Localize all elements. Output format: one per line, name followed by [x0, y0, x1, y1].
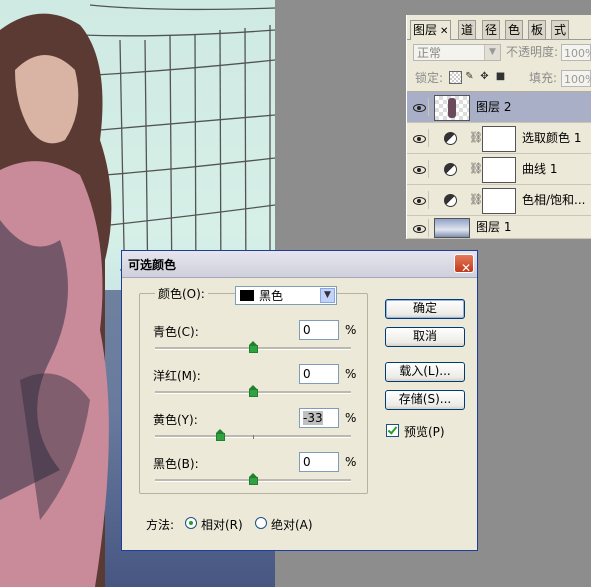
colors-select-value: 黑色	[259, 289, 284, 303]
color-adjust-group: 颜色(O): 黑色 ▼ 青色(C): 0 % 洋红(M): 0 % 黄色(Y):…	[139, 285, 368, 494]
load-button[interactable]: 载入(L)...	[385, 362, 465, 382]
chevron-down-icon: ▼	[484, 45, 500, 60]
tab-paths-label: 径	[485, 23, 498, 37]
cyan-input[interactable]: 0	[299, 320, 339, 340]
opacity-field[interactable]: 100%	[561, 44, 591, 61]
tab-history-label: 色	[508, 23, 521, 37]
tab-styles-label: 式	[554, 23, 567, 37]
close-tab-icon[interactable]: ✕	[440, 26, 448, 37]
blend-opacity-row: 正常 ▼ 不透明度: 100%	[407, 41, 591, 65]
selective-color-dialog: 可选颜色 ✕ 颜色(O): 黑色 ▼ 青色(C): 0 % 洋红(M): 0 %…	[121, 250, 478, 551]
yellow-input-value: -33	[303, 411, 323, 425]
close-icon: ✕	[461, 261, 472, 275]
percent-sign: %	[345, 323, 357, 337]
magenta-label: 洋红(M):	[153, 369, 201, 383]
fill-field[interactable]: 100%	[561, 70, 591, 87]
percent-sign: %	[345, 367, 357, 381]
yellow-slider-track[interactable]	[155, 429, 351, 441]
fill-label: 填充:	[529, 71, 558, 85]
visibility-eye-icon[interactable]	[410, 98, 429, 116]
lock-label: 锁定:	[415, 71, 444, 85]
link-chain-icon: ⛓	[469, 162, 483, 175]
lock-all-icon[interactable]: ■	[495, 71, 506, 82]
visibility-eye-icon[interactable]	[410, 191, 429, 209]
tab-swatches[interactable]: 板	[528, 20, 547, 39]
layer-row-layer-1[interactable]: 图层 1	[407, 216, 591, 239]
colors-label: 颜色(O):	[155, 285, 208, 302]
yellow-input[interactable]: -33	[299, 408, 339, 428]
blend-mode-value: 正常	[417, 46, 442, 60]
method-absolute-label[interactable]: 绝对(A)	[271, 516, 313, 533]
tab-history[interactable]: 色	[505, 20, 524, 39]
ok-button[interactable]: 确定	[385, 299, 465, 319]
black-slider-thumb[interactable]	[248, 473, 258, 485]
layer-mask-thumbnail	[482, 188, 516, 214]
method-relative-label[interactable]: 相对(R)	[201, 516, 243, 533]
colors-select[interactable]: 黑色 ▼	[235, 286, 337, 305]
layers-panel: 图层✕ 道 径 色 板 式 正常 ▼ 不透明度: 100% 锁定: ✎ ✥ ■ 填…	[406, 15, 591, 239]
slider-center-tick	[253, 435, 254, 439]
chevron-down-icon: ▼	[320, 288, 335, 303]
magenta-slider-thumb[interactable]	[248, 385, 258, 397]
method-absolute-radio[interactable]	[255, 517, 267, 529]
adjustment-layer-icon	[444, 163, 457, 176]
tab-channels-label: 道	[461, 23, 474, 37]
magenta-slider-track[interactable]	[155, 385, 351, 397]
layer-name: 选取颜色 1	[522, 131, 582, 145]
preview-checkbox[interactable]	[386, 424, 399, 437]
magenta-input[interactable]: 0	[299, 364, 339, 384]
link-chain-icon: ⛓	[469, 131, 483, 144]
lock-transparency-icon[interactable]	[449, 71, 462, 84]
yellow-slider-thumb[interactable]	[216, 429, 226, 441]
adjustment-layer-icon	[444, 132, 457, 145]
cancel-button[interactable]: 取消	[385, 327, 465, 347]
layer-name: 图层 2	[476, 100, 512, 114]
save-button[interactable]: 存储(S)...	[385, 390, 465, 410]
tab-styles[interactable]: 式	[551, 20, 570, 39]
layers-panel-tabs: 图层 ✕ 道 径 色 板 式	[407, 20, 591, 40]
dialog-title-bar[interactable]: 可选颜色 ✕	[122, 251, 477, 278]
lock-move-icon[interactable]: ✥	[479, 71, 490, 82]
layer-name: 曲线 1	[522, 162, 558, 176]
dialog-title: 可选颜色	[128, 258, 177, 272]
layer-thumbnail	[434, 218, 470, 238]
black-label: 黑色(B):	[153, 457, 199, 471]
visibility-eye-icon[interactable]	[410, 129, 429, 147]
opacity-label: 不透明度:	[506, 45, 559, 59]
layer-name: 色相/饱和...	[522, 193, 586, 207]
tab-layers[interactable]: 图层 ✕	[410, 20, 452, 40]
lock-fill-row: 锁定: ✎ ✥ ■ 填充: 100%	[407, 67, 591, 92]
black-input[interactable]: 0	[299, 452, 339, 472]
link-chain-icon: ⛓	[469, 193, 483, 206]
layer-row-selective-color[interactable]: ⛓ 选取颜色 1	[407, 123, 591, 154]
percent-sign: %	[345, 455, 357, 469]
layer-row-curves[interactable]: ⛓ 曲线 1	[407, 154, 591, 185]
tab-layers-label: 图层	[413, 23, 438, 37]
tab-channels[interactable]: 道	[458, 20, 477, 39]
blend-mode-select[interactable]: 正常 ▼	[413, 44, 501, 61]
layer-row-hue-saturation[interactable]: ⛓ 色相/饱和...	[407, 185, 591, 216]
adjustment-layer-icon	[444, 194, 457, 207]
tab-paths[interactable]: 径	[482, 20, 501, 39]
visibility-eye-icon[interactable]	[410, 160, 429, 178]
close-button[interactable]: ✕	[454, 254, 474, 275]
visibility-eye-icon[interactable]	[410, 219, 429, 237]
method-label: 方法:	[146, 518, 175, 532]
method-relative-radio[interactable]	[185, 517, 197, 529]
layer-name: 图层 1	[476, 220, 512, 234]
tab-swatches-label: 板	[531, 23, 544, 37]
yellow-label: 黄色(Y):	[153, 413, 198, 427]
lock-brush-icon[interactable]: ✎	[464, 71, 475, 82]
black-slider-track[interactable]	[155, 473, 351, 485]
percent-sign: %	[345, 411, 357, 425]
layer-mask-thumbnail	[482, 126, 516, 152]
layer-row-layer-2[interactable]: 图层 2	[407, 92, 591, 123]
layer-thumbnail	[434, 95, 470, 121]
preview-label[interactable]: 预览(P)	[404, 423, 445, 440]
cyan-label: 青色(C):	[153, 325, 199, 339]
cyan-slider-thumb[interactable]	[248, 341, 258, 353]
color-swatch	[240, 290, 254, 301]
cyan-slider-track[interactable]	[155, 341, 351, 353]
layer-mask-thumbnail	[482, 157, 516, 183]
